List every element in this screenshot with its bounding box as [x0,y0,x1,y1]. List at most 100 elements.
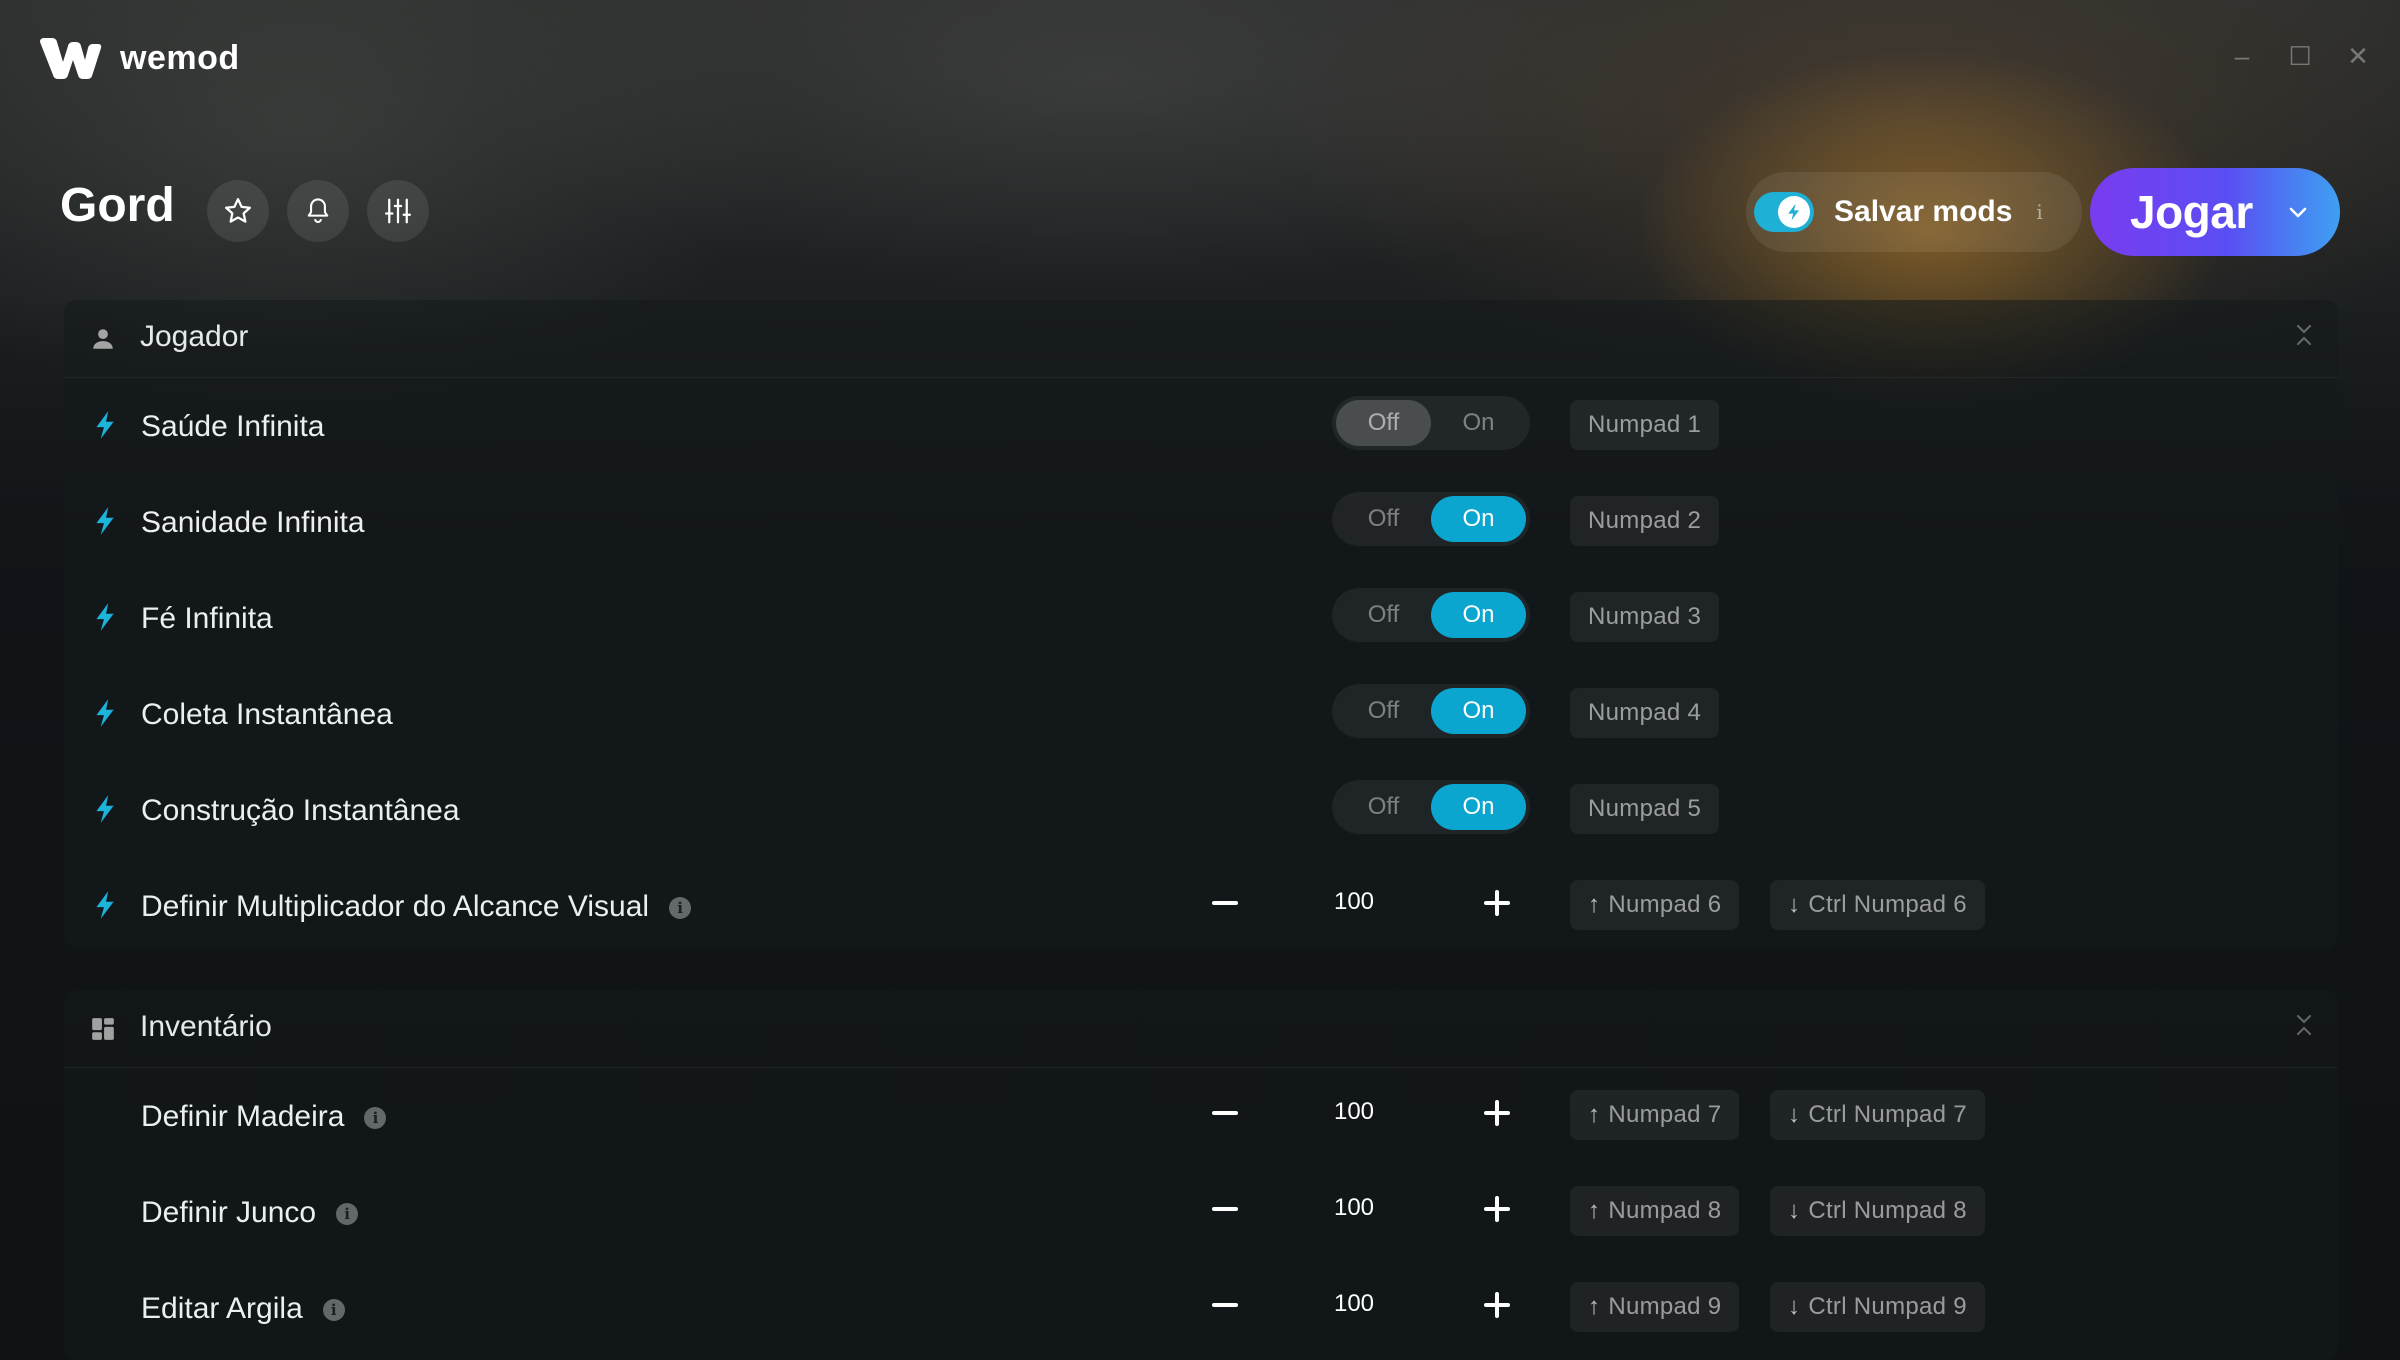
stepper-value[interactable]: 100 [1314,1194,1394,1222]
hotkey-increase[interactable]: ↑ Numpad 8 [1570,1186,1740,1236]
increase-button[interactable] [1474,1090,1520,1136]
info-icon[interactable]: i [322,1299,345,1321]
hotkey-increase[interactable]: ↑ Numpad 7 [1570,1090,1740,1140]
minus-icon [1212,1303,1238,1307]
toggle-off[interactable]: Off [1336,592,1431,638]
section-header[interactable]: Jogador [64,300,2338,378]
bolt-icon [96,891,114,919]
hotkey[interactable]: Numpad 5 [1570,784,1720,834]
close-button[interactable]: ✕ [2346,43,2370,69]
arrow-down-icon: ↓ [1788,1293,1801,1320]
bolt-icon [1788,203,1799,221]
plus-icon [1484,1196,1510,1222]
collapse-icon[interactable] [2294,322,2314,349]
increase-button[interactable] [1474,880,1520,926]
mod-label-text: Editar Argila [141,1292,303,1325]
wemod-logo-icon [40,38,102,79]
hotkey-label: Numpad 9 [1608,1293,1722,1320]
mod-toggle[interactable]: Off On [1332,684,1530,738]
chevron-down-icon[interactable] [2286,200,2310,224]
plus-icon [1484,1100,1510,1126]
section-title: Inventário [140,1010,272,1043]
hotkey-increase[interactable]: ↑ Numpad 9 [1570,1282,1740,1332]
hotkey[interactable]: Numpad 4 [1570,688,1720,738]
section-jogador: Jogador Saúde Infinita Off On Numpad 1 S… [64,300,2338,948]
mod-toggle[interactable]: Off On [1332,492,1530,546]
hotkey[interactable]: Numpad 1 [1570,400,1720,450]
info-icon[interactable]: i [669,897,692,919]
toggle-off[interactable]: Off [1336,784,1431,830]
toggle-on[interactable]: On [1431,496,1526,542]
hotkey-decrease[interactable]: ↓ Ctrl Numpad 8 [1770,1186,1985,1236]
hotkey-increase[interactable]: ↑ Numpad 6 [1570,880,1740,930]
minus-icon [1212,901,1238,905]
hotkey-decrease[interactable]: ↓ Ctrl Numpad 7 [1770,1090,1985,1140]
toggle-off[interactable]: Off [1336,400,1431,446]
increase-button[interactable] [1474,1186,1520,1232]
toggle-on[interactable]: On [1431,688,1526,734]
toggle-off[interactable]: Off [1336,688,1431,734]
toggle-off[interactable]: Off [1336,496,1431,542]
decrease-button[interactable] [1202,1090,1248,1136]
hotkey-label: Ctrl Numpad 9 [1808,1293,1967,1320]
arrow-up-icon: ↑ [1588,891,1601,918]
stepper-value[interactable]: 100 [1314,1290,1394,1318]
info-icon[interactable]: i [364,1107,387,1129]
play-button[interactable]: Jogar [2090,168,2340,256]
mod-toggle[interactable]: Off On [1332,780,1530,834]
play-label: Jogar [2130,186,2253,238]
mod-toggle[interactable]: Off On [1332,588,1530,642]
app-name: wemod [120,38,240,77]
hotkey-label: Numpad 7 [1608,1101,1722,1128]
hotkey[interactable]: Numpad 2 [1570,496,1720,546]
info-icon[interactable]: i [336,1203,359,1225]
stepper-value[interactable]: 100 [1314,1098,1394,1126]
stepper-value[interactable]: 100 [1314,888,1394,916]
save-mods-label: Salvar mods [1834,195,2013,228]
increase-button[interactable] [1474,1282,1520,1328]
hotkey-label: Ctrl Numpad 7 [1808,1101,1967,1128]
game-settings-button[interactable] [367,180,429,242]
save-mods-info-icon[interactable]: i [2036,200,2042,224]
toggle-on[interactable]: On [1431,784,1526,830]
save-mods-control[interactable]: Salvar mods i [1746,172,2082,252]
notifications-button[interactable] [287,180,349,242]
star-icon [225,198,251,223]
mod-row: Editar Argila i 100 ↑ Numpad 9 ↓ Ctrl Numpa… [64,1262,2338,1358]
save-mods-toggle[interactable] [1754,192,1814,232]
mod-label: Saúde Infinita [141,410,325,443]
decrease-button[interactable] [1202,880,1248,926]
toggle-on[interactable]: On [1431,592,1526,638]
minimize-button[interactable]: – [2230,43,2254,69]
mod-label: Editar Argila i [141,1292,345,1326]
maximize-button[interactable]: ☐ [2288,43,2312,69]
bolt-icon [96,603,114,631]
mod-label-text: Definir Junco [141,1196,317,1229]
section-title: Jogador [140,320,249,353]
decrease-button[interactable] [1202,1282,1248,1328]
bell-icon [307,198,329,223]
section-header[interactable]: Inventário [64,990,2338,1068]
hotkey[interactable]: Numpad 3 [1570,592,1720,642]
bolt-icon [96,411,114,439]
arrow-down-icon: ↓ [1788,1101,1801,1128]
mod-toggle[interactable]: Off On [1332,396,1530,450]
arrow-down-icon: ↓ [1788,1197,1801,1224]
hotkey-decrease[interactable]: ↓ Ctrl Numpad 9 [1770,1282,1985,1332]
favorite-button[interactable] [207,180,269,242]
decrease-button[interactable] [1202,1186,1248,1232]
mod-row: Definir Multiplicador do Alcance Visual i… [64,860,2338,956]
sliders-icon [385,198,411,224]
toggle-on[interactable]: On [1431,400,1526,446]
user-icon [93,329,113,349]
window-controls: – ☐ ✕ [2230,43,2370,69]
minus-icon [1212,1207,1238,1211]
mod-label: Sanidade Infinita [141,506,365,539]
hotkey-label: Numpad 6 [1608,891,1722,918]
mod-label: Definir Junco i [141,1196,359,1230]
plus-icon [1484,890,1510,916]
save-mods-knob [1778,196,1810,228]
collapse-icon[interactable] [2294,1012,2314,1039]
hotkey-decrease[interactable]: ↓ Ctrl Numpad 6 [1770,880,1985,930]
mod-label: Definir Madeira i [141,1100,387,1134]
